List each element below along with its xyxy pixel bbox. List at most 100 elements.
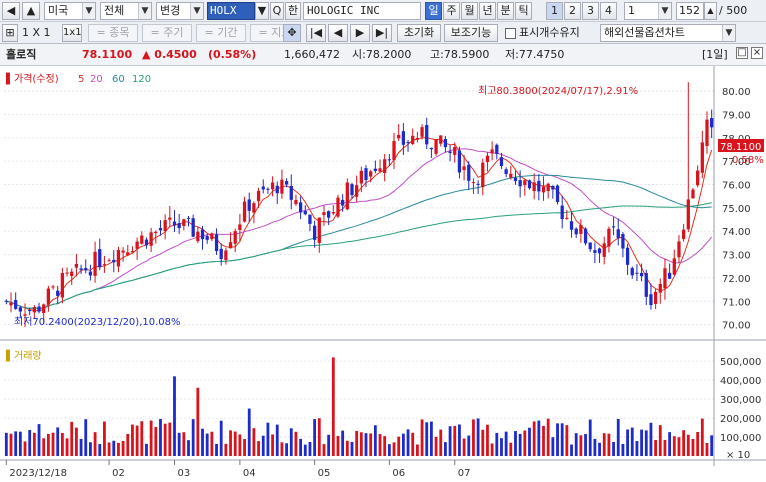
- candle-body: [177, 223, 181, 229]
- next-button[interactable]: ▶: [350, 24, 370, 42]
- ticker-dropdown-button[interactable]: ▼: [255, 2, 269, 20]
- candle-body: [56, 290, 60, 296]
- period-count-label: [1일]: [702, 48, 728, 61]
- keep-count-label: 표시개수유지: [519, 26, 580, 39]
- price-change: ▲ 0.4500: [142, 48, 197, 61]
- page-3[interactable]: 3: [582, 2, 599, 20]
- volume-bar: [658, 425, 662, 456]
- scroll-left-button[interactable]: |◀: [306, 24, 326, 42]
- volume-tick-label: 200,000: [720, 414, 761, 425]
- reset-button[interactable]: 초기화: [397, 24, 441, 42]
- futures-chart-select[interactable]: 해외선물옵션차트 ▼: [600, 24, 736, 42]
- candle-body: [700, 142, 704, 173]
- chart-window: ◀ ▲ 미국 ▼ 전체 ▼ 변경 ▼ HOLX ▼ Q 한 HOLOGIC INC 일…: [0, 0, 766, 482]
- price-tick-label: 71.00: [722, 297, 751, 308]
- count-stepper[interactable]: ▲: [704, 2, 717, 20]
- candle-body: [378, 168, 382, 172]
- candle-body: [471, 182, 476, 184]
- lang-button[interactable]: 한: [285, 2, 301, 20]
- candle-body: [233, 231, 237, 244]
- market-select[interactable]: 미국 ▼: [44, 2, 96, 20]
- period-week[interactable]: 주: [443, 2, 460, 20]
- period-month[interactable]: 월: [461, 2, 478, 20]
- change-select[interactable]: 변경 ▼: [156, 2, 204, 20]
- candle-body: [88, 271, 93, 276]
- move-icon[interactable]: ✥: [283, 24, 301, 42]
- page-1[interactable]: 1: [546, 2, 563, 20]
- volume-bar: [173, 376, 176, 456]
- volume-tick-label: 400,000: [720, 376, 761, 387]
- volume-bar: [476, 418, 480, 456]
- candle-body: [462, 166, 466, 170]
- candle-body: [429, 147, 434, 150]
- close-icon[interactable]: ×: [751, 47, 763, 59]
- candle-body: [635, 272, 639, 274]
- aux-function-button[interactable]: 보조기능: [444, 24, 498, 42]
- search-icon[interactable]: Q: [270, 2, 284, 20]
- page-2[interactable]: 2: [564, 2, 581, 20]
- price-tick-label: 80.00: [722, 87, 751, 98]
- candle-body: [224, 250, 228, 261]
- scroll-right-button[interactable]: ▶|: [372, 24, 392, 42]
- period-tick[interactable]: 틱: [515, 2, 532, 20]
- candle-body: [513, 177, 518, 182]
- volume-bar: [247, 408, 251, 456]
- candle-body: [65, 272, 69, 274]
- period-minute[interactable]: 분: [497, 2, 514, 20]
- volume-bar: [229, 430, 232, 456]
- volume-bar: [331, 357, 335, 456]
- volume-bar: [677, 437, 681, 456]
- candle-body: [266, 188, 270, 190]
- x-tick-label: 05: [318, 468, 331, 479]
- chevron-down-icon: ▼: [658, 3, 671, 19]
- cycle-button[interactable]: = 주기: [142, 24, 192, 42]
- up-arrow-icon[interactable]: ▲: [22, 2, 40, 20]
- scope-value: 전체: [104, 4, 125, 17]
- volume-bar: [700, 418, 704, 456]
- volume-bar: [481, 429, 485, 456]
- volume-tick-label: 300,000: [720, 395, 761, 406]
- current-pct-label: 0.58%: [732, 155, 764, 166]
- period-day[interactable]: 일: [425, 2, 442, 20]
- volume-bar: [588, 419, 592, 456]
- volume-bar: [654, 440, 658, 456]
- one-by-one-button[interactable]: 1x1: [62, 24, 82, 42]
- grid-icon[interactable]: ⊞: [2, 24, 18, 42]
- price-volume-chart[interactable]: 70.0071.0072.0073.0074.0075.0076.0077.00…: [0, 66, 766, 482]
- volume-bar: [18, 431, 22, 456]
- stock-name-field: HOLOGIC INC: [303, 2, 421, 20]
- volume-bar: [616, 418, 620, 456]
- candle-body: [593, 250, 597, 253]
- scope-select[interactable]: 전체 ▼: [100, 2, 152, 20]
- volume-bar: [598, 442, 601, 456]
- ticker-input[interactable]: HOLX: [207, 2, 255, 20]
- candle-body: [369, 171, 373, 177]
- volume-bar: [275, 424, 279, 456]
- candle-body: [322, 212, 326, 216]
- volume-bar: [93, 432, 97, 456]
- candle-body: [439, 135, 443, 144]
- candle-body: [630, 268, 634, 276]
- maximize-icon[interactable]: □: [736, 47, 748, 59]
- change-value: 변경: [160, 4, 181, 17]
- interval-select[interactable]: 1 ▼: [624, 2, 672, 20]
- volume-bar: [336, 435, 340, 456]
- item-button[interactable]: = 종목: [88, 24, 138, 42]
- volume-bar: [635, 441, 639, 456]
- period-range-button[interactable]: = 기간: [196, 24, 246, 42]
- x-tick-label: 03: [177, 468, 190, 479]
- candle-body: [373, 168, 377, 171]
- volume-bar: [542, 425, 545, 456]
- candle-body: [658, 284, 662, 293]
- prev-button[interactable]: ◀: [328, 24, 348, 42]
- back-arrow-icon[interactable]: ◀: [2, 2, 20, 20]
- candle-body: [317, 217, 321, 243]
- count-input[interactable]: 152: [676, 2, 704, 20]
- period-year[interactable]: 년: [479, 2, 496, 20]
- volume-bar: [565, 425, 569, 456]
- volume-bar: [317, 418, 321, 456]
- page-4[interactable]: 4: [600, 2, 617, 20]
- keep-count-checkbox[interactable]: [505, 28, 516, 39]
- candle-body: [588, 242, 592, 250]
- candle-body: [168, 217, 172, 220]
